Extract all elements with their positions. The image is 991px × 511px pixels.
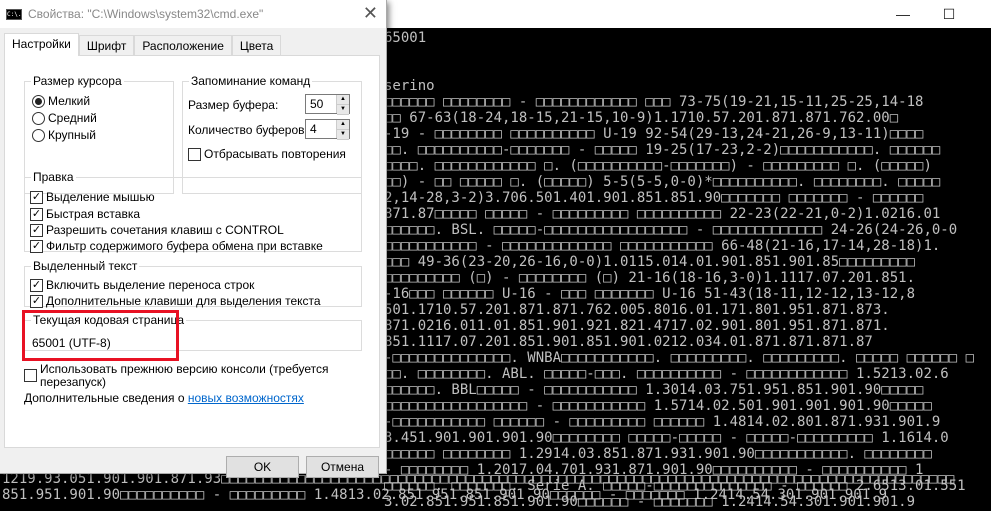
- checkbox-label: Фильтр содержимого буфера обмена при вст…: [46, 239, 323, 253]
- radio-label: Крупный: [48, 128, 96, 142]
- console-line: □□□□□□□□□□□ - □□□□□□□□□□□□□ □□□□□□□□□□□ …: [384, 238, 941, 254]
- spin-down-icon[interactable]: ▼: [337, 130, 349, 140]
- dialog-title: Свойства: "C:\Windows\system32\cmd.exe": [28, 7, 264, 21]
- edit-legend: Правка: [33, 170, 74, 184]
- console-line: □□□□□□. BSL. □□□□□-□□□□□□□□□□□□□□□□□ - □…: [384, 222, 958, 238]
- console-line: 501.1710.57.201.871.871.762.005.8016.01.…: [384, 302, 890, 318]
- cmd-icon: C:\.: [6, 8, 22, 20]
- console-line: -19 - □□□□□□□□ □□□□□□□□□□ U-19 92-54(29-…: [384, 126, 924, 142]
- maximize-button[interactable]: ☐: [926, 0, 972, 28]
- console-line: -□□□□□□□□□□□□□□. WNBA□□□□□□□□□□□. □□□□□□…: [384, 350, 975, 366]
- console-line: 871.87□□□□□ □□□□□ - □□□□□□□□□ □□□□□□□□□□…: [384, 206, 941, 222]
- console-line: □□□□. □□□□□□□□□□□□ □. (□□□□□□□□□□-□□□□□□…: [384, 158, 932, 174]
- checkbox-checked-icon: ✓: [30, 239, 43, 253]
- radio-icon: [32, 128, 45, 142]
- checkbox-checked-icon: ✓: [30, 278, 43, 292]
- selected-text-legend: Выделенный текст: [33, 259, 138, 273]
- spin-up-icon[interactable]: ▲: [337, 120, 349, 130]
- spin-down-icon[interactable]: ▼: [337, 105, 349, 115]
- ok-button[interactable]: OK: [226, 456, 299, 478]
- ctrl-shortcuts-checkbox[interactable]: ✓ Разрешить сочетания клавиш с CONTROL: [30, 223, 284, 237]
- console-line: serino: [384, 78, 435, 94]
- more-info-text: Дополнительные сведения о: [24, 391, 185, 405]
- console-line: 851.1117.07.201.851.901.851.901.0212.034…: [384, 334, 873, 350]
- console-line: 3.451.901.901.901.90□□□□□□□□ □□□□□-□□□□□…: [384, 430, 949, 446]
- radio-label: Мелкий: [48, 94, 91, 108]
- console-line: -16□□□ □□□□□□ U-16 - □□□ □□□□□□□ U-16 51…: [384, 286, 916, 302]
- buffer-size-label: Размер буфера:: [188, 98, 279, 112]
- settings-panel: Размер курсора Мелкий Средний Крупный За…: [4, 55, 380, 448]
- console-line: □□□□□□ □□□□□□□□ 1.2914.03.851.871.931.90…: [384, 446, 932, 462]
- radio-small[interactable]: Мелкий: [32, 94, 90, 108]
- legacy-console-checkbox[interactable]: Использовать прежнюю версию консоли (тре…: [24, 363, 328, 389]
- console-line: □□□□□□. BBL□□□□□ - □□□□□□□□□□□ 1.3014.03…: [384, 382, 924, 398]
- console-line: □□□ 49-36(23-20,26-16,0-0)1.0115.014.01.…: [384, 254, 916, 270]
- checkbox-label: Включить выделение переноса строк: [46, 278, 255, 292]
- checkbox-checked-icon: ✓: [30, 294, 43, 308]
- checkbox-checked-icon: ✓: [30, 223, 43, 237]
- extended-keys-checkbox[interactable]: ✓ Дополнительные клавиши для выделения те…: [30, 294, 321, 308]
- command-history-legend: Запоминание команд: [191, 74, 311, 88]
- buffer-size-stepper[interactable]: 50 ▲ ▼: [305, 94, 350, 115]
- close-icon[interactable]: ✕: [363, 3, 378, 24]
- cursor-size-legend: Размер курсора: [33, 74, 122, 88]
- checkbox-label: Выделение мышью: [46, 190, 155, 204]
- minimize-button[interactable]: —: [880, 0, 926, 28]
- console-line: 2,14-28,3-2)3.706.501.401.901.851.851.90…: [384, 190, 924, 206]
- highlight-box: [22, 310, 179, 361]
- checkbox-icon: [188, 147, 201, 161]
- radio-large[interactable]: Крупный: [32, 128, 96, 142]
- radio-label: Средний: [48, 111, 97, 125]
- console-line: □□ 67-63(18-24,18-15,21-15,10-9)1.1710.5…: [384, 110, 899, 126]
- buffer-count-value[interactable]: 4: [306, 120, 336, 138]
- line-wrap-selection-checkbox[interactable]: ✓ Включить выделение переноса строк: [30, 278, 254, 292]
- new-features-link[interactable]: новых возможностях: [188, 391, 304, 405]
- radio-icon: [32, 94, 45, 108]
- quick-paste-checkbox[interactable]: ✓ Быстрая вставка: [30, 207, 140, 221]
- clipboard-filter-checkbox[interactable]: ✓ Фильтр содержимого буфера обмена при вс…: [30, 239, 323, 253]
- buffer-count-label: Количество буферов:: [188, 123, 308, 137]
- radio-icon: [32, 111, 45, 125]
- checkbox-icon: [24, 369, 37, 382]
- console-line: □□□□□□□□□ (□) - □□□□□□□□ (□) 21-16(18-16…: [384, 270, 916, 286]
- radio-medium[interactable]: Средний: [32, 111, 97, 125]
- console-line: 851.951.901.90□□□□□□□□□□ - □□□□□□□□□ 1.4…: [2, 487, 888, 503]
- console-line: □□) - □□ □□□□□ □. (□□□□□) 5-5(5-5,0-0)*□…: [384, 174, 941, 190]
- cancel-button[interactable]: Отмена: [306, 456, 379, 478]
- tab-colors[interactable]: Цвета: [231, 35, 282, 55]
- checkbox-label: Быстрая вставка: [46, 207, 141, 221]
- console-line: -□□□□□□□□□□□ □□□□□□ - □□□□□□□□□ □□□□□□ 1…: [384, 414, 941, 430]
- more-info: Дополнительные сведения о новых возможно…: [24, 391, 304, 405]
- mouse-select-checkbox[interactable]: ✓ Выделение мышью: [30, 190, 155, 204]
- tab-layout[interactable]: Расположение: [134, 35, 232, 55]
- console-line: □□□□□□ □□□□□□□□ - □□□□□□□□□□□□ □□□ 73-75…: [384, 94, 924, 110]
- buffer-size-value[interactable]: 50: [306, 95, 336, 113]
- console-line: 871.0216.011.01.851.901.921.821.4717.02.…: [384, 318, 890, 334]
- tab-bar: Настройки Шрифт Расположение Цвета: [4, 33, 282, 56]
- checkbox-label: Разрешить сочетания клавиш с CONTROL: [46, 223, 284, 237]
- console-line: □□□□□□□□□□□□□□□□□ - □□□□□□□□□□□ 1.5714.0…: [384, 398, 932, 414]
- tab-settings[interactable]: Настройки: [4, 33, 79, 56]
- console-line: □□. □□□□□□□□□□-□□□□□□□ - □□□□□ 19-25(17-…: [384, 142, 941, 158]
- checkbox-checked-icon: ✓: [30, 207, 43, 221]
- dialog-titlebar: C:\. Свойства: "C:\Windows\system32\cmd.…: [0, 0, 386, 28]
- checkbox-label: Дополнительные клавиши для выделения тек…: [46, 294, 321, 308]
- spin-up-icon[interactable]: ▲: [337, 95, 349, 105]
- discard-duplicates-checkbox[interactable]: Отбрасывать повторения: [188, 147, 346, 161]
- tab-font[interactable]: Шрифт: [78, 35, 135, 55]
- console-line: □□. □□□□□□□□. ABL. □□□□□-□□□. □□□□□□□□□□…: [384, 366, 949, 382]
- buffer-count-stepper[interactable]: 4 ▲ ▼: [305, 119, 350, 140]
- checkbox-label: Отбрасывать повторения: [204, 147, 346, 161]
- checkbox-checked-icon: ✓: [30, 190, 43, 204]
- checkbox-label: Использовать прежнюю версию консоли (тре…: [40, 362, 329, 376]
- properties-dialog: C:\. Свойства: "C:\Windows\system32\cmd.…: [0, 0, 387, 478]
- checkbox-label: перезапуск): [40, 375, 107, 389]
- console-line: 65001: [384, 30, 427, 46]
